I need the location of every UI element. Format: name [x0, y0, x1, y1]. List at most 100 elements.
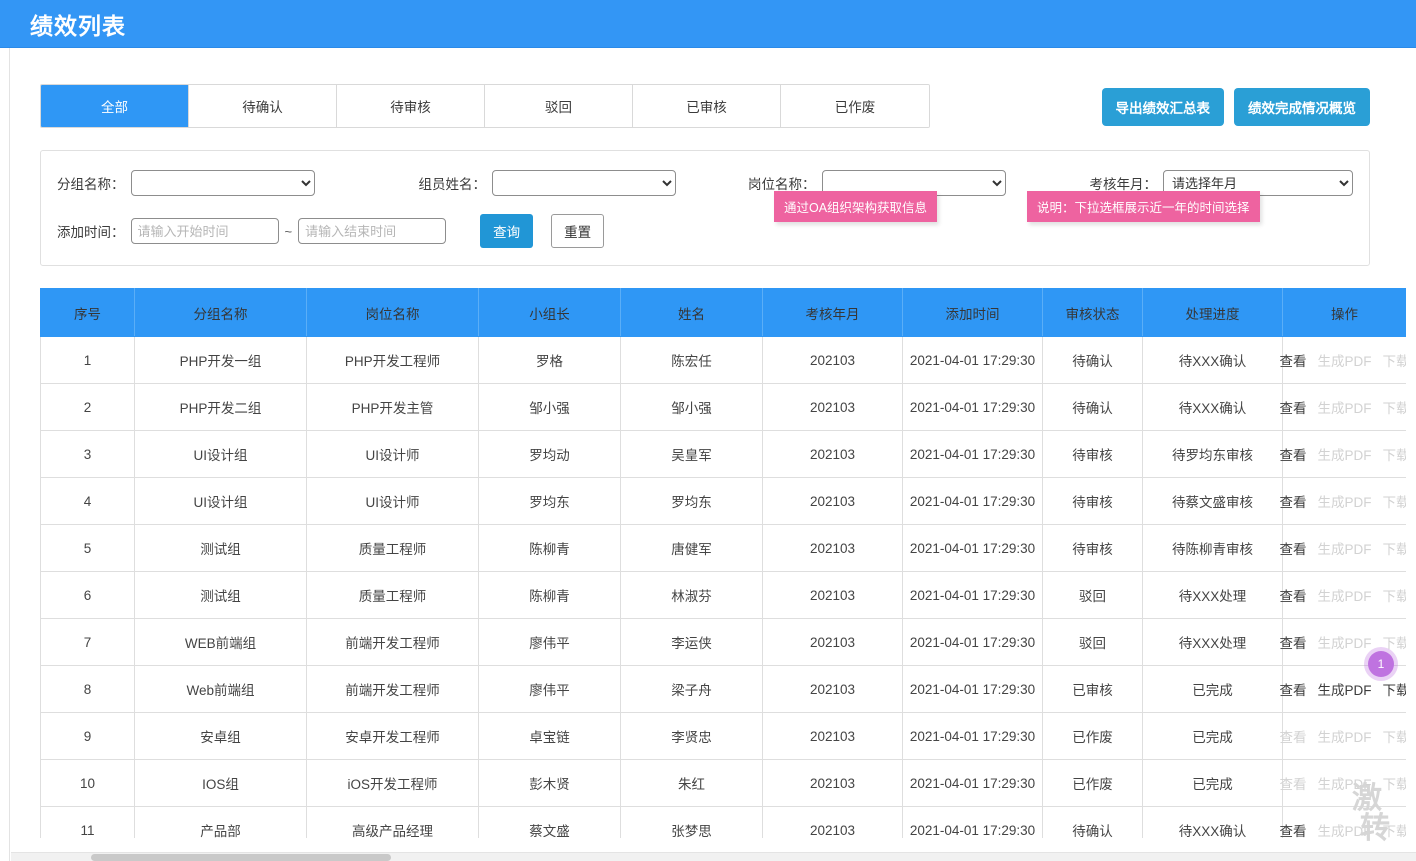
- cell-actions: 查看 生成PDF 下载: [1280, 524, 1407, 572]
- cell-added: 2021-04-01 17:29:30: [902, 759, 1043, 807]
- cell-month: 202103: [762, 618, 903, 666]
- generate-pdf-action: 生成PDF: [1317, 730, 1372, 745]
- cell-progress: 待蔡文盛审核: [1142, 477, 1283, 525]
- cell-added: 2021-04-01 17:29:30: [902, 383, 1043, 431]
- generate-pdf-action: 生成PDF: [1317, 401, 1372, 416]
- app-page: 绩效列表 全部 待确认 待审核 驳回 已审核 已作废 导出绩效汇总表 绩效完成情…: [0, 0, 1416, 861]
- table-row: 8 Web前端组 前端开发工程师 廖伟平 梁子舟 202103 2021-04-01 17:…: [40, 665, 1407, 713]
- cell-actions: 查看 生成PDF 下载: [1280, 477, 1407, 525]
- cell-group: UI设计组: [134, 477, 307, 525]
- table-row: 11 产品部 高级产品经理 蔡文盛 张梦思 202103 2021-04-01 17:29:…: [40, 806, 1406, 838]
- cell-leader: 陈柳青: [478, 571, 621, 619]
- cell-added: 2021-04-01 17:29:30: [902, 336, 1043, 384]
- note-oa-source: 通过OA组织架构获取信息: [774, 191, 938, 222]
- cell-post: 高级产品经理: [306, 806, 479, 838]
- group-label: 分组名称：: [57, 177, 125, 192]
- view-action[interactable]: 查看: [1280, 491, 1307, 511]
- cell-actions: 查看 生成PDF 下载: [1280, 712, 1406, 760]
- cell-no: 5: [40, 524, 135, 572]
- cell-progress: 待XXX确认: [1142, 806, 1283, 838]
- end-time-input[interactable]: [298, 218, 447, 244]
- tab-pending-review[interactable]: 待审核: [337, 85, 485, 127]
- cell-status: 待审核: [1042, 430, 1143, 478]
- cell-leader: 卓宝链: [478, 712, 621, 760]
- cell-added: 2021-04-01 17:29:30: [902, 430, 1043, 478]
- start-time-input[interactable]: [130, 218, 279, 244]
- view-action[interactable]: 查看: [1280, 397, 1307, 417]
- tab-all[interactable]: 全部: [41, 85, 189, 127]
- action-group: 查看 生成PDF 下载: [1280, 491, 1407, 511]
- cell-month: 202103: [762, 665, 903, 713]
- view-action[interactable]: 查看: [1280, 679, 1307, 699]
- cell-post: 前端开发工程师: [306, 618, 479, 666]
- view-action[interactable]: 查看: [1280, 538, 1307, 558]
- cell-name: 梁子舟: [620, 665, 763, 713]
- view-action: 查看: [1279, 777, 1307, 792]
- added-time-field: 添加时间： ~: [57, 218, 447, 244]
- cell-group: 安卓组: [134, 712, 307, 760]
- reset-button[interactable]: 重置: [551, 214, 605, 248]
- view-action[interactable]: 查看: [1280, 444, 1307, 464]
- group-select[interactable]: [130, 170, 315, 196]
- search-button[interactable]: 查询: [480, 214, 534, 248]
- view-action[interactable]: 查看: [1280, 632, 1307, 652]
- horizontal-scrollbar[interactable]: [11, 852, 1416, 861]
- performance-table: 序号 分组名称 岗位名称 小组长 姓名 考核年月 添加时间 审核状态 处理进度 …: [40, 288, 1406, 838]
- cell-name: 林淑芬: [620, 571, 763, 619]
- view-action[interactable]: 查看: [1280, 585, 1307, 605]
- cell-actions: 查看 生成PDF 下载: [1280, 759, 1407, 807]
- col-header-post: 岗位名称: [306, 288, 479, 337]
- cell-progress: 待陈柳青审核: [1142, 524, 1283, 572]
- table-body: 1 PHP开发一组 PHP开发工程师 罗格 陈宏任 202103 2021-04-01 17…: [40, 336, 1407, 838]
- cell-month: 202103: [762, 430, 903, 478]
- generate-pdf-action[interactable]: 生成PDF: [1318, 679, 1372, 699]
- download-action: 下载: [1382, 542, 1407, 557]
- cell-group: Web前端组: [134, 665, 307, 713]
- cell-name: 吴皇军: [620, 430, 763, 478]
- content-area: 全部 待确认 待审核 驳回 已审核 已作废 导出绩效汇总表 绩效完成情况概览 分…: [0, 48, 1416, 838]
- export-summary-button[interactable]: 导出绩效汇总表: [1101, 88, 1224, 126]
- view-action[interactable]: 查看: [1280, 820, 1307, 838]
- cell-post: PHP开发主管: [306, 383, 479, 431]
- post-label: 岗位名称：: [748, 177, 816, 192]
- tab-reviewed[interactable]: 已审核: [633, 85, 781, 127]
- member-select[interactable]: [492, 170, 676, 196]
- table-header-row: 序号 分组名称 岗位名称 小组长 姓名 考核年月 添加时间 审核状态 处理进度 …: [40, 288, 1406, 337]
- cell-name: 邹小强: [620, 383, 763, 431]
- cell-group: PHP开发一组: [134, 336, 307, 384]
- filter-panel: 分组名称： 组员姓名： 岗位名称： 考核年月： 请选择年月 添加时间： 请输入开…: [40, 150, 1370, 266]
- month-label: 考核年月：: [1089, 177, 1158, 192]
- cell-group: 测试组: [134, 571, 307, 619]
- download-action: 下载: [1382, 354, 1407, 369]
- tab-pending-confirm[interactable]: 待确认: [189, 85, 337, 127]
- toolbar-row: 全部 待确认 待审核 驳回 已审核 已作废 导出绩效汇总表 绩效完成情况概览: [0, 48, 1416, 128]
- cell-month: 202103: [762, 759, 903, 807]
- generate-pdf-action: 生成PDF: [1317, 777, 1372, 792]
- tab-voided[interactable]: 已作废: [781, 85, 929, 127]
- cell-month: 202103: [762, 477, 903, 525]
- download-action[interactable]: 下载: [1383, 679, 1407, 699]
- table-row: 6 测试组 质量工程师 陈柳青 林淑芬 202103 2021-04-01 17:29:30…: [40, 571, 1407, 619]
- cell-name: 唐健军: [620, 524, 763, 572]
- download-action: 下载: [1382, 401, 1407, 416]
- cell-leader: 罗均东: [478, 477, 621, 525]
- note-month-hint: 说明：下拉选框展示近一年的时间选择: [1027, 191, 1260, 222]
- cell-post: UI设计师: [306, 477, 479, 525]
- generate-pdf-action: 生成PDF: [1317, 542, 1372, 557]
- performance-overview-button[interactable]: 绩效完成情况概览: [1234, 88, 1370, 126]
- action-group: 查看 生成PDF 下载: [1280, 773, 1407, 793]
- cell-status: 已审核: [1042, 665, 1143, 713]
- cell-group: WEB前端组: [134, 618, 307, 666]
- tab-rejected[interactable]: 驳回: [485, 85, 633, 127]
- scrollbar-thumb[interactable]: [91, 854, 391, 861]
- download-action: 下载: [1382, 636, 1407, 651]
- table-row: 9 安卓组 安卓开发工程师 卓宝链 李贤忠 202103 2021-04-01 17:29:…: [40, 712, 1406, 760]
- download-action: 下载: [1382, 589, 1407, 604]
- col-header-actions: 操作: [1282, 288, 1406, 337]
- generate-pdf-action: 生成PDF: [1317, 824, 1372, 838]
- view-action[interactable]: 查看: [1280, 350, 1307, 370]
- cell-progress: 待罗均东审核: [1142, 430, 1283, 478]
- cell-name: 朱红: [620, 759, 763, 807]
- cell-no: 4: [40, 477, 135, 525]
- app-header: 绩效列表: [0, 0, 1416, 48]
